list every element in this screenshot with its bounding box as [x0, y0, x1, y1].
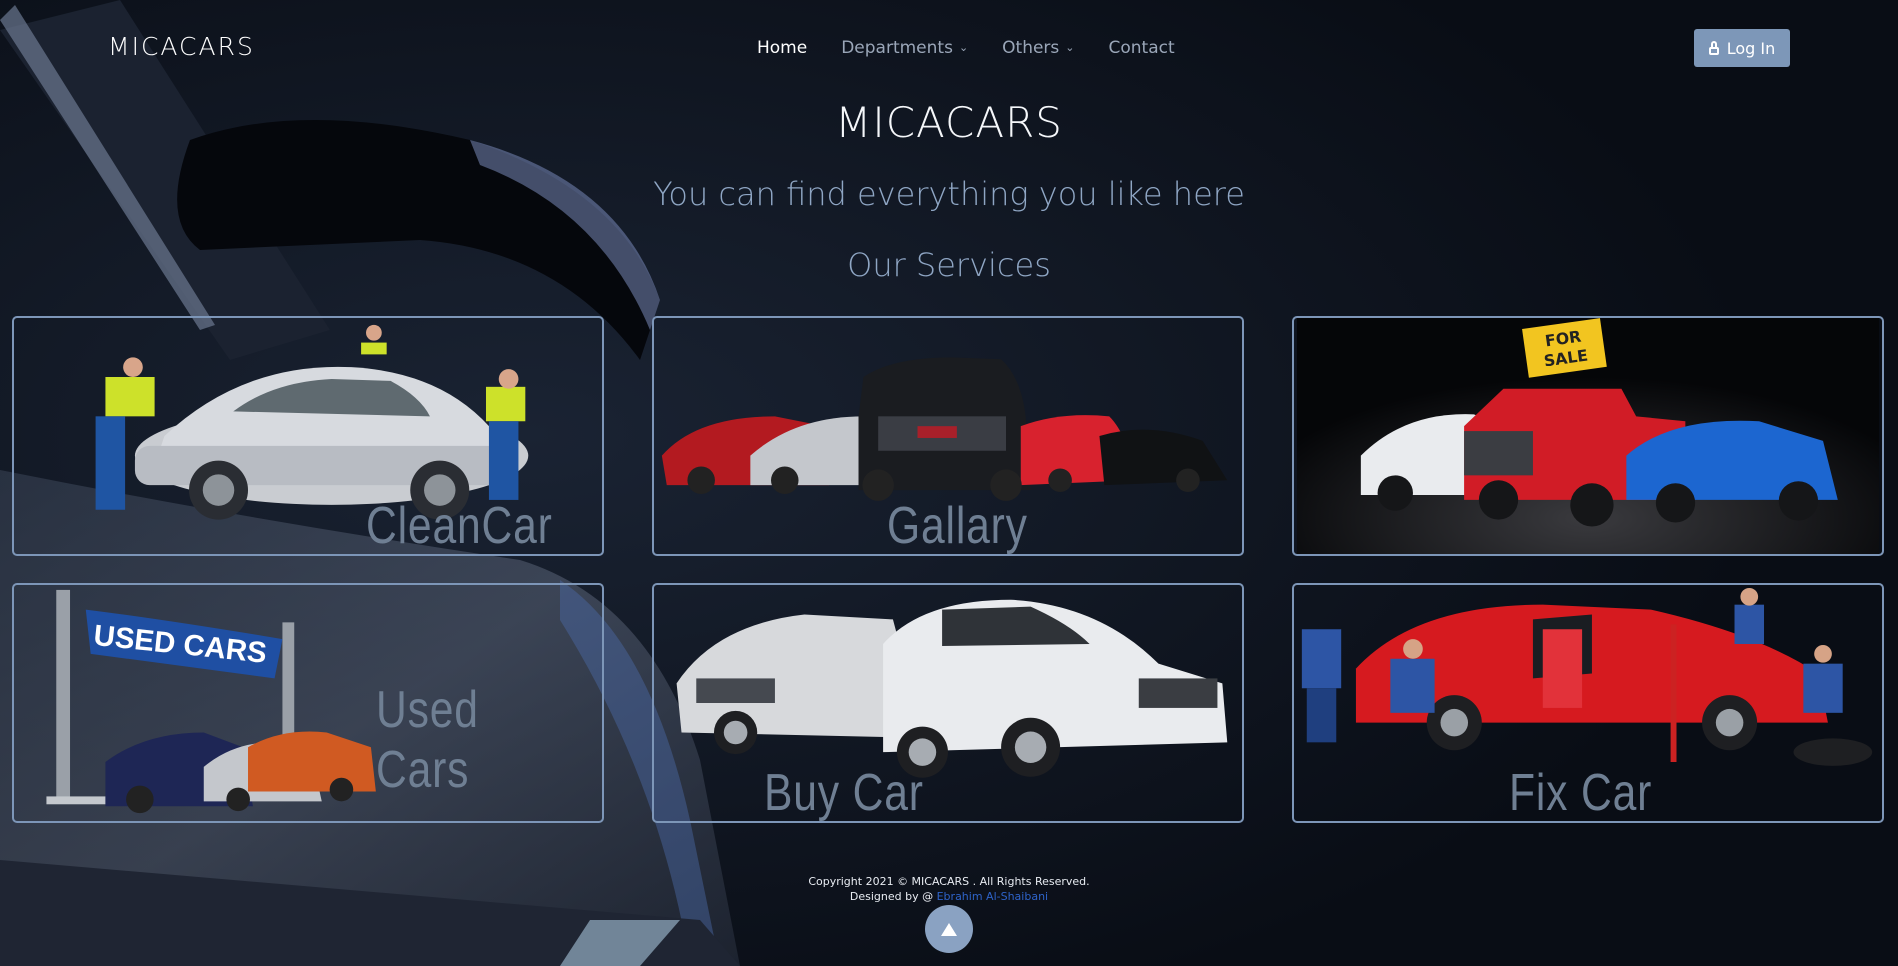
- service-card-fix-car[interactable]: Fix Car: [1292, 583, 1884, 823]
- nav-departments-label: Departments: [841, 38, 953, 58]
- white-cars-image: [676, 599, 1228, 778]
- service-card-cleancar[interactable]: CleanCar: [12, 316, 604, 556]
- service-card-for-sale[interactable]: FOR SALE: [1292, 316, 1884, 556]
- nav-home-link[interactable]: Home: [757, 38, 807, 58]
- chevron-down-icon: ⌄: [1065, 41, 1075, 54]
- top-navbar: MICACARS Home Departments ⌄ Others ⌄ Conta…: [0, 0, 1898, 96]
- for-sale-image: FORSALE: [1296, 318, 1880, 554]
- lock-icon: [1708, 41, 1719, 55]
- scroll-to-top-button[interactable]: [925, 905, 973, 953]
- arrow-up-icon: [941, 922, 957, 936]
- main-menu: Home Departments ⌄ Others ⌄ Contact: [757, 38, 1209, 58]
- chevron-down-icon: ⌄: [958, 41, 969, 54]
- designer-link[interactable]: Ebrahim Al-Shaibani: [937, 890, 1049, 903]
- brand-logo[interactable]: MICACARS: [108, 32, 255, 61]
- service-card-gallary[interactable]: Gallary: [652, 316, 1244, 556]
- designer-credit: Designed by @ Ebrahim Al-Shaibani: [0, 889, 1898, 904]
- login-label: Log In: [1726, 38, 1776, 58]
- hero-subtitle: You can find everything you like here: [653, 175, 1245, 213]
- service-label: Gallary: [887, 497, 1028, 555]
- service-card-used-cars[interactable]: USED CARS Used Cars: [12, 583, 604, 823]
- designed-by-prefix: Designed by @: [849, 890, 934, 903]
- nav-contact-link[interactable]: Contact: [1109, 38, 1175, 58]
- copyright-text: Copyright 2021 © MICACARS . All Rights R…: [808, 875, 1090, 888]
- service-label: Fix Car: [1509, 764, 1653, 822]
- service-label: Buy Car: [764, 764, 924, 822]
- nav-contact-label: Contact: [1108, 38, 1175, 58]
- login-button[interactable]: Log In: [1694, 29, 1790, 67]
- nav-departments-dropdown[interactable]: Departments ⌄: [841, 38, 968, 58]
- footer: Copyright 2021 © MICACARS . All Rights R…: [0, 874, 1898, 904]
- service-card-buy-car[interactable]: Buy Car: [652, 583, 1244, 823]
- nav-others-label: Others: [1002, 38, 1060, 58]
- nav-home-label: Home: [757, 38, 808, 58]
- service-label: Used Cars: [376, 681, 479, 799]
- nav-others-dropdown[interactable]: Others ⌄: [1002, 38, 1074, 58]
- services-heading: Our Services: [847, 246, 1051, 284]
- hero-title: MICACARS: [835, 98, 1063, 147]
- service-label: CleanCar: [366, 497, 553, 555]
